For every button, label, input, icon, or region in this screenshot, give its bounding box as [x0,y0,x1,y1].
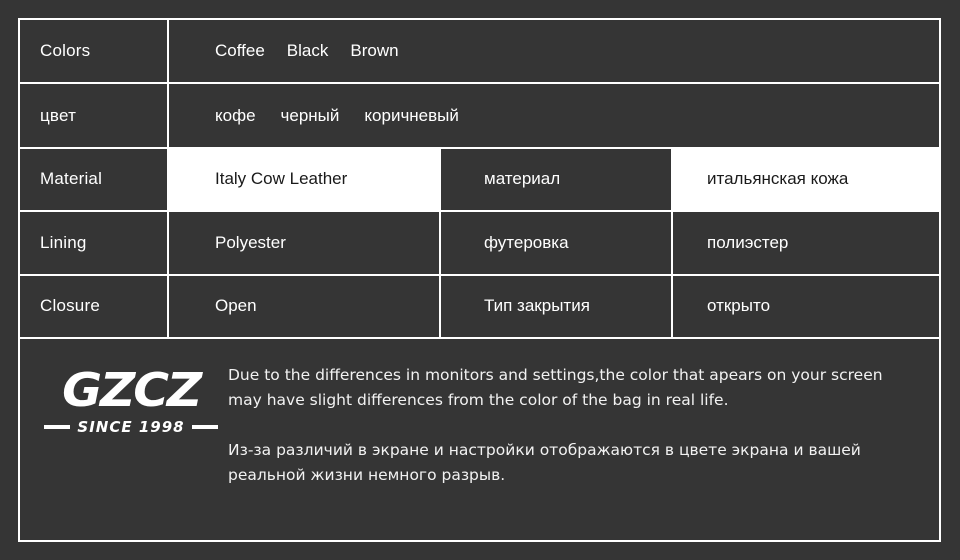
rule-left-icon [44,424,71,429]
value-text: полиэстер [707,232,789,252]
row-value-lining-ru: полиэстер [673,212,939,273]
value-text: Polyester [215,232,286,252]
row-label-lining-ru: футеровка [441,212,673,274]
color-option-coffee-ru: кофе [215,105,256,125]
color-option-brown-ru: коричневый [364,105,459,125]
row-label-closure-en: Closure [20,275,169,337]
color-option-black-ru: черный [280,105,340,125]
label-text: Material [40,169,103,189]
label-text: Тип закрытия [484,296,590,316]
row-label-material-ru: материал [441,148,673,211]
table-row-colors-en: Colors Coffee Black Brown [20,20,939,85]
value-text: Open [215,296,257,316]
row-values-colors-en: Coffee Black Brown [169,20,939,82]
row-label-colors-ru: цвет [20,84,169,147]
disclaimer-section: GZCZ SINCE 1998 Due to the differences i… [20,339,939,540]
label-text: Lining [40,232,87,252]
value-text: открыто [707,296,771,316]
product-spec-panel: Colors Coffee Black Brown цвет кофе черн… [0,0,960,560]
label-text: Closure [40,296,100,316]
row-label-colors-en: Colors [20,20,169,83]
brand-since-text: SINCE 1998 [77,417,185,436]
label-text: материал [484,169,561,189]
label-text: цвет [40,105,77,125]
label-text: футеровка [484,232,569,252]
brand-logo: GZCZ SINCE 1998 [20,339,228,436]
color-option-brown: Brown [350,41,399,61]
table-row-closure: Closure Open Тип закрытия открыто [20,275,939,339]
table-row-material: Material Italy Cow Leather материал итал… [20,148,939,213]
color-option-black: Black [286,41,329,61]
row-label-lining-en: Lining [20,212,169,274]
row-value-closure-ru: открыто [673,276,939,337]
color-options-ru: кофе черный коричневый [189,106,459,126]
table-row-disclaimer: GZCZ SINCE 1998 Due to the differences i… [20,339,939,540]
row-value-material-en: Italy Cow Leather [169,148,441,211]
row-value-closure-en: Open [169,275,441,337]
value-text: итальянская кожа [707,169,849,189]
table-row-colors-ru: цвет кофе черный коричневый [20,84,939,149]
rule-right-icon [191,424,218,429]
row-label-closure-ru: Тип закрытия [441,275,673,337]
row-value-lining-en: Polyester [169,212,441,274]
brand-since-row: SINCE 1998 [34,418,228,436]
disclaimer-text-block: Due to the differences in monitors and s… [228,339,939,488]
table-row-lining: Lining Polyester футеровка полиэстер [20,212,939,276]
row-value-material-ru: итальянская кожа [673,148,939,211]
disclaimer-paragraph-en: Due to the differences in monitors and s… [228,365,883,410]
color-options-en: Coffee Black Brown [189,41,399,61]
label-text: Colors [40,41,91,61]
row-label-material-en: Material [20,148,169,211]
disclaimer-paragraph-ru: Из-за различий в экране и настройки отоб… [228,441,861,485]
specification-table: Colors Coffee Black Brown цвет кофе черн… [18,18,941,542]
color-option-coffee: Coffee [215,41,265,61]
brand-name-text: GZCZ [61,362,202,417]
row-values-colors-ru: кофе черный коричневый [169,84,939,146]
value-text: Italy Cow Leather [215,169,348,189]
